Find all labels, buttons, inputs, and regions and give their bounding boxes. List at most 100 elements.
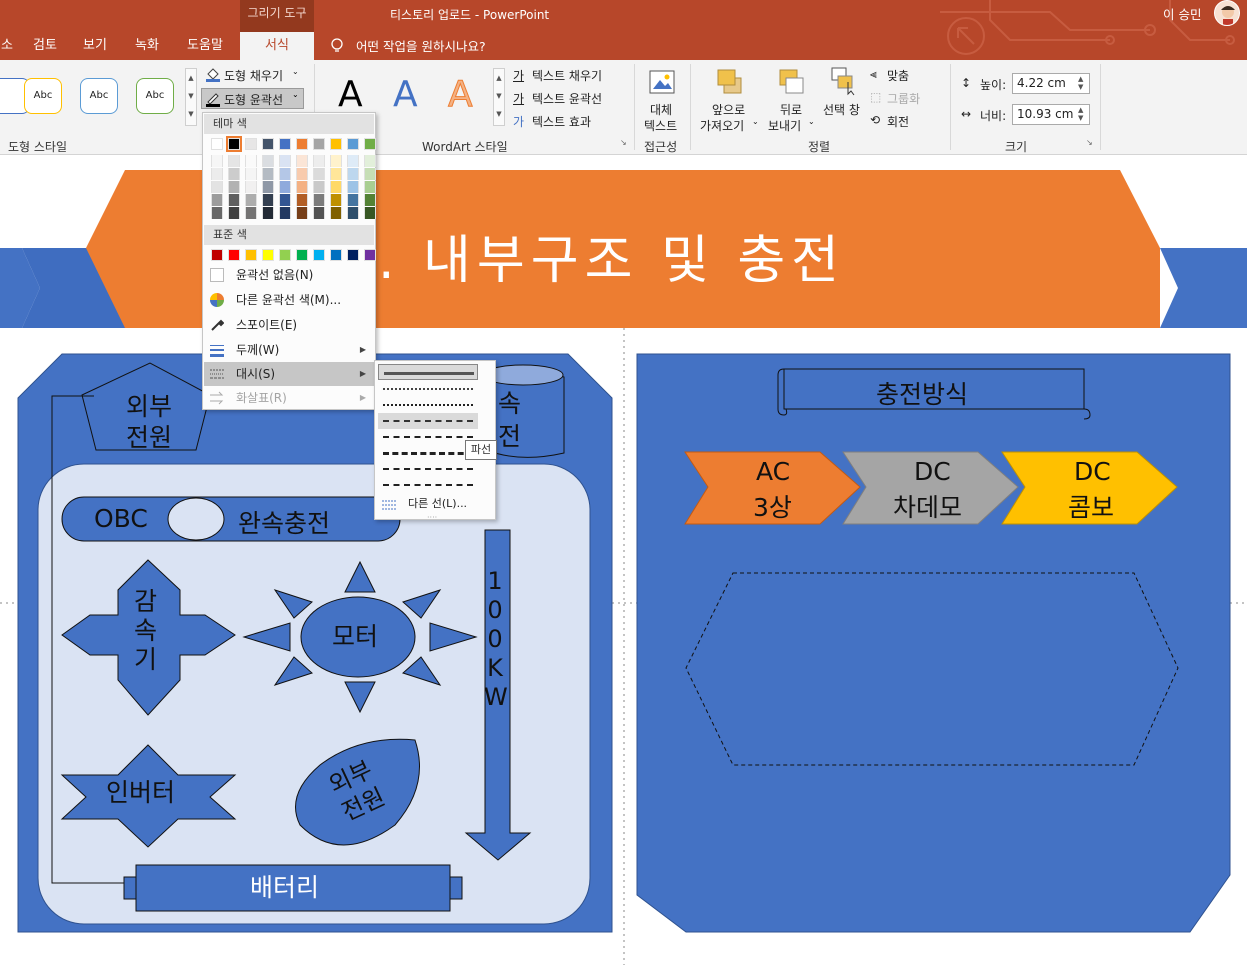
theme-color-shade-swatch[interactable] [296, 194, 308, 206]
chevron-ac-line2[interactable]: 3상 [753, 488, 792, 524]
wordart-style-black[interactable]: A [338, 74, 363, 115]
theme-color-shade-swatch[interactable] [262, 181, 274, 193]
theme-color-shade-swatch[interactable] [330, 207, 342, 219]
theme-color-shade-swatch[interactable] [262, 194, 274, 206]
wordart-style-orange[interactable]: A [448, 74, 474, 116]
theme-color-shade-swatch[interactable] [228, 155, 240, 167]
dashes-item[interactable]: 대시(S) ▶ [204, 362, 374, 386]
theme-color-shade-swatch[interactable] [364, 194, 376, 206]
theme-color-shade-swatch[interactable] [279, 181, 291, 193]
no-outline-item[interactable]: 윤곽선 없음(N) [204, 263, 374, 287]
chevron-dc-combo-line2[interactable]: 콤보 [1068, 488, 1114, 524]
chevron-dc-chademo-line2[interactable]: 차데모 [893, 488, 962, 524]
chevron-dc-combo-line1[interactable]: DC [1074, 457, 1111, 486]
dash-dashed[interactable] [378, 413, 478, 429]
theme-color-shade-swatch[interactable] [347, 181, 359, 193]
theme-color-shade-swatch[interactable] [228, 168, 240, 180]
send-backward-line1[interactable]: 뒤로 [780, 101, 802, 118]
dash-long-dash-dot[interactable] [378, 461, 478, 477]
tab-help[interactable]: 도움말 [180, 34, 230, 60]
dash-square-dot[interactable] [378, 397, 478, 413]
fast-charge-label[interactable]: 완속충전 [238, 504, 330, 540]
theme-color-swatch[interactable] [211, 138, 223, 150]
theme-color-swatch[interactable] [330, 138, 342, 150]
more-lines-item[interactable]: 다른 선(L)... [376, 494, 494, 514]
theme-color-shade-swatch[interactable] [245, 181, 257, 193]
theme-color-shade-swatch[interactable] [313, 181, 325, 193]
theme-color-shade-swatch[interactable] [211, 155, 223, 167]
theme-color-shade-swatch[interactable] [347, 168, 359, 180]
theme-color-shade-swatch[interactable] [228, 181, 240, 193]
bring-forward-line1[interactable]: 앞으로 [712, 101, 745, 118]
theme-color-shade-swatch[interactable] [279, 194, 291, 206]
battery-label[interactable]: 배터리 [250, 868, 319, 904]
selection-pane-button[interactable]: 선택 창 [823, 101, 860, 118]
theme-color-shade-swatch[interactable] [228, 207, 240, 219]
standard-color-swatch[interactable] [211, 249, 223, 261]
alt-text-label-line2[interactable]: 텍스트 [644, 117, 677, 134]
shape-outline-button[interactable]: 도형 윤곽선 ⌄ [201, 88, 304, 109]
eyedropper-item[interactable]: 스포이트(E) [204, 313, 374, 337]
theme-color-swatch[interactable] [296, 138, 308, 150]
shape-fill-button[interactable]: 도형 채우기 [224, 67, 283, 84]
group-button[interactable]: 그룹화 [887, 90, 920, 107]
align-button[interactable]: 맞춤 [887, 67, 909, 84]
theme-color-shade-swatch[interactable] [364, 168, 376, 180]
spin-arrows-icon[interactable]: ▲ ▼ [1078, 75, 1088, 92]
obc-label[interactable]: OBC [94, 504, 148, 533]
theme-color-shade-swatch[interactable] [279, 207, 291, 219]
theme-color-shade-swatch[interactable] [347, 155, 359, 167]
connector-label[interactable]: 속 전 [498, 387, 521, 453]
theme-color-shade-swatch[interactable] [330, 155, 342, 167]
theme-color-swatch[interactable] [279, 138, 291, 150]
text-fill-button[interactable]: 텍스트 채우기 [532, 67, 602, 84]
theme-color-shade-swatch[interactable] [211, 168, 223, 180]
external-power-top-label[interactable]: 외부 전원 [118, 391, 180, 453]
standard-color-swatch[interactable] [228, 249, 240, 261]
theme-color-shade-swatch[interactable] [347, 194, 359, 206]
power-100kw-label[interactable]: 1 0 0 K W [484, 567, 508, 712]
theme-color-shade-swatch[interactable] [262, 155, 274, 167]
standard-color-swatch[interactable] [245, 249, 257, 261]
resize-grip-icon[interactable]: ···· [427, 513, 437, 522]
standard-color-swatch[interactable] [262, 249, 274, 261]
wordart-style-blue[interactable]: A [393, 74, 418, 115]
theme-color-shade-swatch[interactable] [228, 194, 240, 206]
theme-color-shade-swatch[interactable] [245, 207, 257, 219]
avatar[interactable] [1214, 0, 1240, 26]
theme-color-swatch[interactable] [262, 138, 274, 150]
tab-slideshow[interactable]: 소 [0, 34, 14, 60]
theme-color-shade-swatch[interactable] [245, 194, 257, 206]
theme-color-shade-swatch[interactable] [296, 155, 308, 167]
shape-style-swatch-green[interactable]: Abc [136, 78, 174, 114]
right-panel[interactable] [636, 353, 1231, 933]
theme-color-shade-swatch[interactable] [279, 155, 291, 167]
height-input[interactable]: 4.22 cm ▲ ▼ [1012, 73, 1090, 94]
dialog-launcher-icon[interactable]: ↘ [1086, 138, 1093, 147]
rotate-button[interactable]: 회전 [887, 113, 909, 130]
bring-forward-line2[interactable]: 가져오기 [700, 117, 744, 134]
chevron-ac-line1[interactable]: AC [756, 457, 790, 486]
tab-review[interactable]: 검토 [24, 34, 66, 60]
theme-color-shade-swatch[interactable] [296, 168, 308, 180]
standard-color-swatch[interactable] [347, 249, 359, 261]
dash-long-dash-dot-dot[interactable] [378, 477, 478, 493]
theme-color-shade-swatch[interactable] [262, 207, 274, 219]
charging-title[interactable]: 충전방식 [876, 375, 968, 411]
shape-style-swatch-blue[interactable]: Abc [80, 78, 118, 114]
theme-color-shade-swatch[interactable] [296, 181, 308, 193]
theme-color-shade-swatch[interactable] [364, 181, 376, 193]
theme-color-swatch[interactable] [347, 138, 359, 150]
tell-me-search[interactable]: 어떤 작업을 원하시나요? [356, 36, 486, 55]
tab-format[interactable]: 서식 [240, 32, 314, 60]
theme-color-shade-swatch[interactable] [364, 155, 376, 167]
standard-color-swatch[interactable] [296, 249, 308, 261]
more-outline-colors-item[interactable]: 다른 윤곽선 색(M)... [204, 288, 374, 312]
text-effects-button[interactable]: 텍스트 효과 [532, 113, 591, 130]
tab-view[interactable]: 보기 [74, 34, 116, 60]
wordart-gallery-scroll[interactable]: ▲ ▼ ▼ [493, 68, 505, 126]
theme-color-shade-swatch[interactable] [262, 168, 274, 180]
motor-label[interactable]: 모터 [332, 617, 378, 653]
arrows-item[interactable]: 화살표(R) ▶ [204, 386, 374, 410]
theme-color-shade-swatch[interactable] [313, 155, 325, 167]
